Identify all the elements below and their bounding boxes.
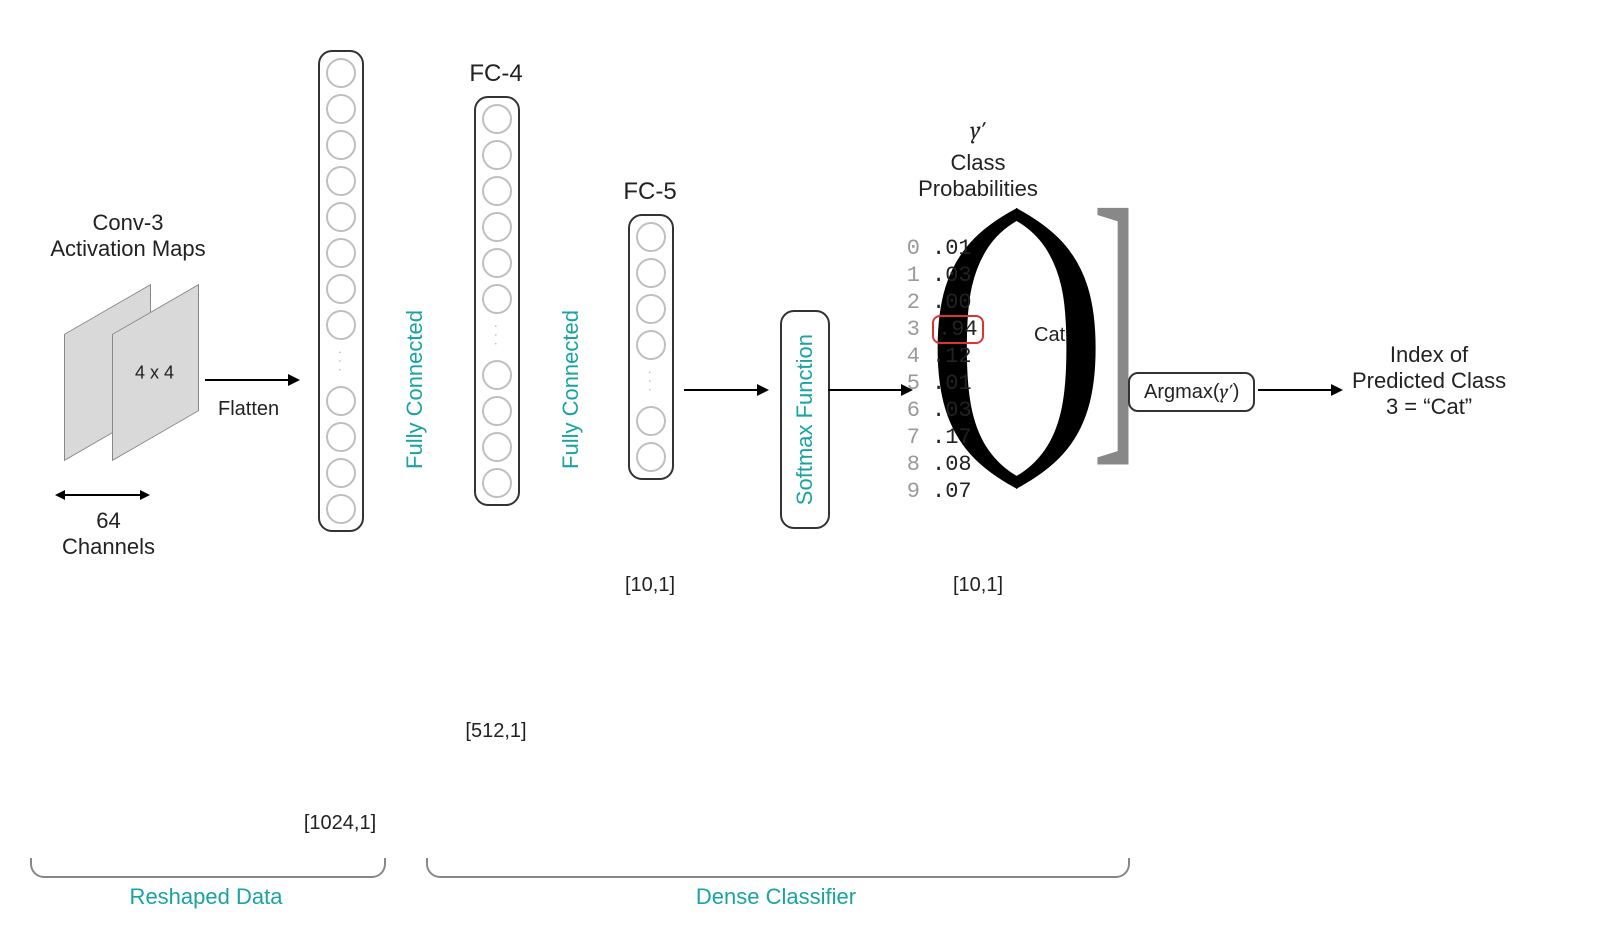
neuron	[636, 406, 666, 436]
dim-1024: [1024,1]	[304, 812, 376, 835]
fc4-vector: ···	[474, 96, 520, 506]
activation-maps: 4 x 4	[64, 274, 204, 474]
conv3-title: Conv-3 Activation Maps	[38, 210, 218, 262]
prob-index: 8	[898, 452, 920, 477]
flatten-arrow	[205, 370, 300, 390]
neuron	[636, 330, 666, 360]
prob-index: 2	[898, 290, 920, 315]
argmax-text: Argmax(y′)	[1144, 381, 1239, 403]
prob-value: .01	[932, 236, 992, 261]
ellipsis: ···	[648, 366, 654, 400]
neuron	[326, 310, 356, 340]
neuron	[482, 104, 512, 134]
prob-value: .00	[932, 290, 992, 315]
prob-value: .01	[932, 371, 992, 396]
yprime-label: y′	[970, 116, 986, 144]
reshaped-vector: ···	[318, 50, 364, 532]
neuron	[482, 432, 512, 462]
flatten-label: Flatten	[218, 398, 279, 421]
brace-dense	[426, 858, 1130, 878]
ellipsis: ···	[338, 346, 344, 380]
prob-index: 0	[898, 236, 920, 261]
prob-value: .12	[932, 344, 992, 369]
softmax-label: Softmax Function	[792, 334, 818, 505]
neuron	[326, 458, 356, 488]
prob-value: .03	[932, 263, 992, 288]
neuron	[326, 274, 356, 304]
neuron	[326, 58, 356, 88]
neuron	[326, 494, 356, 524]
neuron	[326, 94, 356, 124]
prob-value: .03	[932, 398, 992, 423]
fully-connected-label-2: Fully Connected	[558, 310, 584, 469]
diagram-canvas: Conv-3 Activation Maps 4 x 4 64 Channels…	[0, 0, 1600, 926]
neuron	[482, 248, 512, 278]
channels-word: Channels	[62, 534, 155, 559]
neuron	[326, 238, 356, 268]
argmax-box: Argmax(y′)	[1128, 372, 1255, 412]
prob-index: 9	[898, 479, 920, 504]
ellipsis: ···	[494, 320, 500, 354]
conv3-block: Conv-3 Activation Maps 4 x 4	[38, 210, 218, 474]
prob-index: 3	[898, 317, 920, 342]
softmax-box: Softmax Function	[780, 310, 830, 529]
fc5-vector: ···	[628, 214, 674, 480]
neuron	[482, 176, 512, 206]
neuron	[482, 284, 512, 314]
channels-arrow	[55, 485, 150, 505]
prob-index: 6	[898, 398, 920, 423]
map-dim-label: 4 x 4	[135, 363, 174, 384]
prob-value-highlight: .94	[932, 315, 984, 344]
neuron	[326, 166, 356, 196]
cat-label: Cat	[1034, 324, 1065, 347]
reshaped-caption: Reshaped Data	[130, 884, 283, 910]
prob-index: 4	[898, 344, 920, 369]
prob-value: .07	[932, 479, 992, 504]
fc5-title: FC-5	[623, 178, 676, 206]
bracket-right: ]	[1092, 165, 1138, 475]
neuron	[636, 294, 666, 324]
dense-caption: Dense Classifier	[696, 884, 856, 910]
brace-reshaped	[30, 858, 386, 878]
neuron	[482, 212, 512, 242]
neuron	[636, 222, 666, 252]
fully-connected-label-1: Fully Connected	[402, 310, 428, 469]
prob-index: 7	[898, 425, 920, 450]
channels-label: 64 Channels	[62, 508, 155, 560]
out-l3: 3 = “Cat”	[1386, 394, 1472, 419]
output-block: Index of Predicted Class 3 = “Cat”	[1352, 342, 1506, 420]
conv3-title-line2: Activation Maps	[50, 236, 205, 261]
prob-index: 1	[898, 263, 920, 288]
neuron	[636, 442, 666, 472]
prob-value: .08	[932, 452, 992, 477]
prob-index: 5	[898, 371, 920, 396]
out-l1: Index of	[1390, 342, 1468, 367]
arrow-fc5-softmax	[684, 380, 769, 400]
dim-10a: [10,1]	[625, 574, 675, 597]
arrow-argmax-out	[1258, 380, 1343, 400]
neuron	[326, 130, 356, 160]
dim-10b: [10,1]	[953, 574, 1003, 597]
channels-count: 64	[96, 508, 120, 533]
neuron	[326, 386, 356, 416]
neuron	[482, 468, 512, 498]
neuron	[482, 396, 512, 426]
prob-vector: 0 .01 1 .03 2 .00 3 .94 4 .12 5 .01 6 .03 7 .17 8 .08 9 .07	[898, 236, 992, 504]
fc4-title: FC-4	[469, 60, 522, 88]
out-l2: Predicted Class	[1352, 368, 1506, 393]
neuron	[326, 422, 356, 452]
prob-value: .17	[932, 425, 992, 450]
neuron	[326, 202, 356, 232]
conv3-title-line1: Conv-3	[93, 210, 164, 235]
prob-value: .94	[932, 317, 992, 342]
neuron	[482, 360, 512, 390]
neuron	[636, 258, 666, 288]
neuron	[482, 140, 512, 170]
dim-512: [512,1]	[465, 720, 526, 743]
